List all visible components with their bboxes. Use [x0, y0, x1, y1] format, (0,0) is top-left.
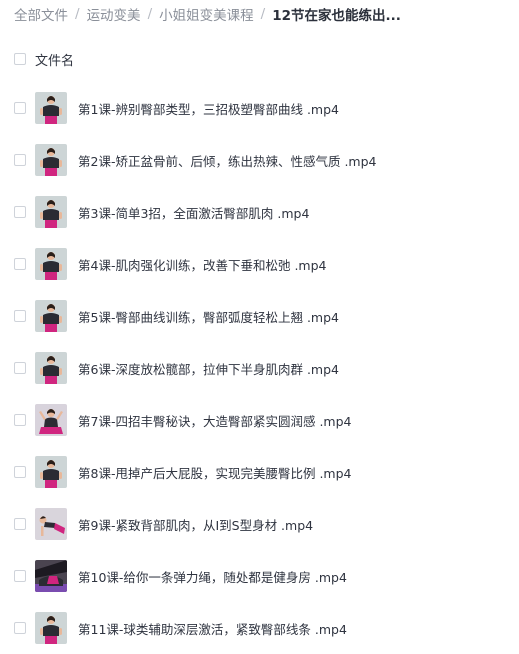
file-row[interactable]: 第5课-臀部曲线训练，臀部弧度轻松上翘 .mp4	[0, 290, 519, 342]
file-name[interactable]: 第8课-甩掉产后大屁股，实现完美腰臀比例 .mp4	[78, 463, 351, 482]
file-name[interactable]: 第6课-深度放松髋部，拉伸下半身肌肉群 .mp4	[78, 359, 339, 378]
file-name[interactable]: 第10课-给你一条弹力绳，随处都是健身房 .mp4	[78, 567, 347, 586]
breadcrumb-current: 12节在家也能练出...	[272, 8, 401, 24]
file-select-checkbox[interactable]	[14, 102, 26, 114]
file-row[interactable]: 第11课-球类辅助深层激活，紧致臀部线条 .mp4	[0, 602, 519, 654]
breadcrumb: 全部文件 / 运动变美 / 小姐姐变美课程 / 12节在家也能练出...	[14, 3, 401, 25]
file-select-checkbox[interactable]	[14, 466, 26, 478]
file-row[interactable]: 第1课-辨别臀部类型，三招极塑臀部曲线 .mp4	[0, 82, 519, 134]
standing-coach-icon[interactable]	[35, 300, 67, 332]
file-row[interactable]: 第2课-矫正盆骨前、后倾，练出热辣、性感气质 .mp4	[0, 134, 519, 186]
file-select-checkbox[interactable]	[14, 154, 26, 166]
file-list-header: 文件名	[14, 50, 75, 69]
file-row[interactable]: 第8课-甩掉产后大屁股，实现完美腰臀比例 .mp4	[0, 446, 519, 498]
breadcrumb-link[interactable]: 小姐姐变美课程	[159, 4, 254, 24]
standing-coach-icon[interactable]	[35, 144, 67, 176]
file-list: 第1课-辨别臀部类型，三招极塑臀部曲线 .mp4 第2课-矫正盆骨前、后倾，练出热…	[0, 82, 519, 654]
breadcrumb-separator: /	[147, 6, 153, 22]
file-select-checkbox[interactable]	[14, 622, 26, 634]
file-row[interactable]: 第6课-深度放松髋部，拉伸下半身肌肉群 .mp4	[0, 342, 519, 394]
standing-coach-icon[interactable]	[35, 352, 67, 384]
file-name[interactable]: 第1课-辨别臀部类型，三招极塑臀部曲线 .mp4	[78, 99, 339, 118]
file-row[interactable]: 第10课-给你一条弹力绳，随处都是健身房 .mp4	[0, 550, 519, 602]
breadcrumb-separator: /	[260, 6, 266, 22]
standing-coach-icon[interactable]	[35, 612, 67, 644]
floor-exercise-icon[interactable]	[35, 508, 67, 540]
breadcrumb-separator: /	[75, 6, 80, 22]
file-name[interactable]: 第11课-球类辅助深层激活，紧致臀部线条 .mp4	[78, 619, 347, 638]
file-name[interactable]: 第5课-臀部曲线训练，臀部弧度轻松上翘 .mp4	[78, 307, 339, 326]
standing-coach-icon[interactable]	[35, 196, 67, 228]
column-header-filename: 文件名	[35, 53, 75, 69]
standing-coach-icon[interactable]	[35, 456, 67, 488]
file-select-checkbox[interactable]	[14, 362, 26, 374]
select-all-checkbox[interactable]	[14, 53, 26, 65]
sitting-stretch-icon[interactable]	[35, 404, 67, 436]
standing-coach-icon[interactable]	[35, 92, 67, 124]
file-row[interactable]: 第3课-简单3招，全面激活臀部肌肉 .mp4	[0, 186, 519, 238]
file-name[interactable]: 第4课-肌肉强化训练，改善下垂和松弛 .mp4	[78, 255, 326, 274]
file-select-checkbox[interactable]	[14, 518, 26, 530]
file-row[interactable]: 第4课-肌肉强化训练，改善下垂和松弛 .mp4	[0, 238, 519, 290]
file-select-checkbox[interactable]	[14, 310, 26, 322]
breadcrumb-link[interactable]: 运动变美	[87, 4, 141, 24]
resistance-band-icon[interactable]	[35, 560, 67, 592]
breadcrumb-link[interactable]: 全部文件	[14, 4, 68, 24]
file-name[interactable]: 第2课-矫正盆骨前、后倾，练出热辣、性感气质 .mp4	[78, 151, 376, 170]
file-select-checkbox[interactable]	[14, 206, 26, 218]
file-name[interactable]: 第3课-简单3招，全面激活臀部肌肉 .mp4	[78, 203, 309, 222]
file-select-checkbox[interactable]	[14, 570, 26, 582]
standing-coach-icon[interactable]	[35, 248, 67, 280]
file-select-checkbox[interactable]	[14, 258, 26, 270]
file-row[interactable]: 第9课-紧致背部肌肉，从I到S型身材 .mp4	[0, 498, 519, 550]
file-name[interactable]: 第7课-四招丰臀秘诀，大造臀部紧实圆润感 .mp4	[78, 411, 351, 430]
file-select-checkbox[interactable]	[14, 414, 26, 426]
file-name[interactable]: 第9课-紧致背部肌肉，从I到S型身材 .mp4	[78, 515, 313, 534]
file-row[interactable]: 第7课-四招丰臀秘诀，大造臀部紧实圆润感 .mp4	[0, 394, 519, 446]
